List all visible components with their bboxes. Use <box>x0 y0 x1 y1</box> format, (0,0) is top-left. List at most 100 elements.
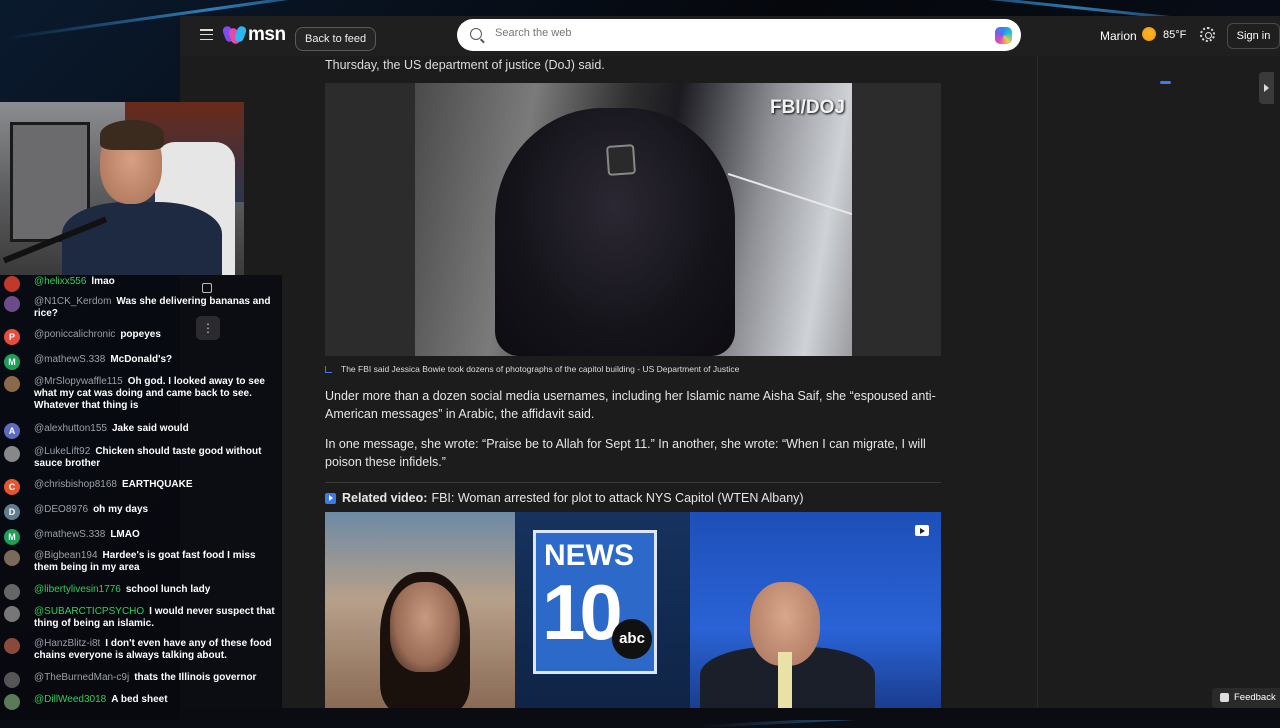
related-title: FBI: Woman arrested for plot to attack N… <box>431 491 803 505</box>
chat-message-body: popeyes <box>120 329 161 340</box>
chat-username[interactable]: @LukeLift92 <box>34 446 90 457</box>
video-station-logo: NEWS 10 abc <box>515 512 690 708</box>
chat-username[interactable]: @libertylivesin1776 <box>34 584 121 595</box>
chat-message-body: lmao <box>91 276 114 287</box>
feedback-button[interactable]: Feedback <box>1212 688 1280 708</box>
copilot-icon[interactable] <box>995 27 1012 44</box>
chat-message-text: @Bigbean194Hardee's is goat fast food I … <box>34 550 278 574</box>
related-label: Related video: <box>342 491 427 505</box>
article-figure: FBI/DOJ <box>325 83 941 356</box>
avatar[interactable] <box>4 446 20 462</box>
back-to-feed-button[interactable]: Back to feed <box>295 27 376 51</box>
search-bar[interactable] <box>457 19 1021 51</box>
user-location[interactable]: Marion <box>1100 29 1137 43</box>
live-chat: ⋮ @helixx556lmao@N1CK_KerdomWas she deli… <box>0 275 282 720</box>
chat-message-body: thats the Illinois governor <box>134 672 256 683</box>
chat-message-text: @chrisbishop8168 EARTHQUAKE <box>34 479 278 491</box>
chat-username[interactable]: @chrisbishop8168 <box>34 479 117 490</box>
chat-username[interactable]: @poniccalichronic <box>34 329 115 340</box>
avatar[interactable]: D <box>4 504 20 520</box>
chat-username[interactable]: @MrSlopywaffle115 <box>34 376 123 387</box>
avatar[interactable]: P <box>4 329 20 345</box>
chat-message-body: EARTHQUAKE <box>122 479 193 490</box>
section-divider <box>325 482 941 483</box>
video-icon[interactable] <box>915 525 929 536</box>
chat-username[interactable]: @mathewS.338 <box>34 529 105 540</box>
sun-weather-icon[interactable] <box>1142 27 1156 41</box>
article-paragraph: Thursday, the US department of justice (… <box>325 57 605 73</box>
avatar[interactable]: M <box>4 529 20 545</box>
caption-marker-icon <box>325 366 332 373</box>
chat-username[interactable]: @Bigbean194 <box>34 550 98 561</box>
chat-username[interactable]: @HanzBlitz-i8t <box>34 638 100 649</box>
feedback-label: Feedback <box>1234 692 1276 703</box>
rail-expand-button[interactable] <box>1259 72 1274 104</box>
chat-message-text: @poniccalichronic popeyes <box>34 329 278 341</box>
chat-username[interactable]: @DEO8976 <box>34 504 88 515</box>
sign-in-button[interactable]: Sign in <box>1227 23 1280 49</box>
avatar[interactable] <box>4 638 20 654</box>
avatar[interactable] <box>4 672 20 688</box>
avatar[interactable]: A <box>4 423 20 439</box>
avatar[interactable] <box>4 550 20 566</box>
menu-icon[interactable] <box>200 29 213 40</box>
feedback-icon <box>1220 693 1229 702</box>
avatar[interactable] <box>4 584 20 600</box>
chat-message-text: @mathewS.338LMAO <box>34 529 278 541</box>
chat-message-text: @libertylivesin1776 school lunch lady <box>34 584 278 596</box>
chat-username[interactable]: @alexhutton155 <box>34 423 107 434</box>
chat-message-text: @DillWeed3018 A bed sheet <box>34 694 278 706</box>
chat-username[interactable]: @helixx556 <box>34 276 86 287</box>
gear-icon[interactable] <box>1200 27 1215 42</box>
chat-message-body: school lunch lady <box>126 584 210 595</box>
avatar[interactable] <box>4 606 20 622</box>
article-paragraph: In one message, she wrote: “Praise be to… <box>325 435 941 471</box>
chat-message-text: @MrSlopywaffle115Oh god. I looked away t… <box>34 376 278 412</box>
photo-watermark: FBI/DOJ <box>770 97 845 119</box>
avatar[interactable]: M <box>4 354 20 370</box>
chat-username[interactable]: @mathewS.338 <box>34 354 105 365</box>
avatar[interactable]: C <box>4 479 20 495</box>
avatar[interactable] <box>4 276 20 292</box>
temperature[interactable]: 85°F <box>1163 29 1186 41</box>
chat-username[interactable]: @DillWeed3018 <box>34 694 106 705</box>
chat-message-text: @helixx556 lmao <box>34 276 278 288</box>
avatar[interactable] <box>4 376 20 392</box>
chat-message-text: @mathewS.338 McDonald's? <box>34 354 278 366</box>
search-icon <box>470 28 482 40</box>
taskbar-strip <box>180 708 1280 720</box>
chat-username[interactable]: @SUBARCTICPSYCHO <box>34 606 144 617</box>
search-input[interactable] <box>495 27 975 39</box>
article-photo[interactable]: FBI/DOJ <box>415 83 852 356</box>
article-paragraph: Under more than a dozen social media use… <box>325 387 941 423</box>
chat-message-text: @LukeLift92Chicken should taste good wit… <box>34 446 278 470</box>
msn-logo-icon <box>224 24 246 46</box>
avatar[interactable] <box>4 296 20 312</box>
chat-message-text: @N1CK_KerdomWas she delivering bananas a… <box>34 296 278 320</box>
right-rail-divider <box>1037 56 1038 708</box>
abc-logo: abc <box>612 619 652 659</box>
related-video-link[interactable]: Related video: FBI: Woman arrested for p… <box>325 491 804 505</box>
video-player[interactable]: NEWS 10 abc <box>325 512 941 708</box>
chat-message-text: @TheBurnedMan-c9j thats the Illinois gove… <box>34 672 278 684</box>
chat-message-body: oh my days <box>93 504 148 515</box>
chat-username[interactable]: @N1CK_Kerdom <box>34 296 111 307</box>
msn-logo-text: msn <box>248 24 286 46</box>
chat-message-body: McDonald's? <box>110 354 172 365</box>
msn-header: msn Back to feed Marion 85°F Sign in <box>180 16 1280 56</box>
chat-message-body: A bed sheet <box>111 694 167 705</box>
rail-loading-indicator <box>1160 81 1171 84</box>
streamer-webcam <box>0 102 244 275</box>
msn-logo[interactable]: msn <box>224 24 286 46</box>
caption-text: The FBI said Jessica Bowie took dozens o… <box>341 364 739 374</box>
chat-message-text: @alexhutton155Jake said would <box>34 423 278 435</box>
avatar[interactable] <box>4 694 20 710</box>
chat-message-text: @SUBARCTICPSYCHOI would never suspect th… <box>34 606 278 630</box>
video-anchor-woman <box>325 512 515 708</box>
news10-logo: NEWS 10 abc <box>533 530 657 674</box>
play-icon <box>325 493 336 504</box>
article-page: Thursday, the US department of justice (… <box>180 56 1280 708</box>
chat-message-text: @HanzBlitz-i8tI don't even have any of t… <box>34 638 278 662</box>
chat-username[interactable]: @TheBurnedMan-c9j <box>34 672 129 683</box>
video-anchor-man <box>690 512 941 708</box>
